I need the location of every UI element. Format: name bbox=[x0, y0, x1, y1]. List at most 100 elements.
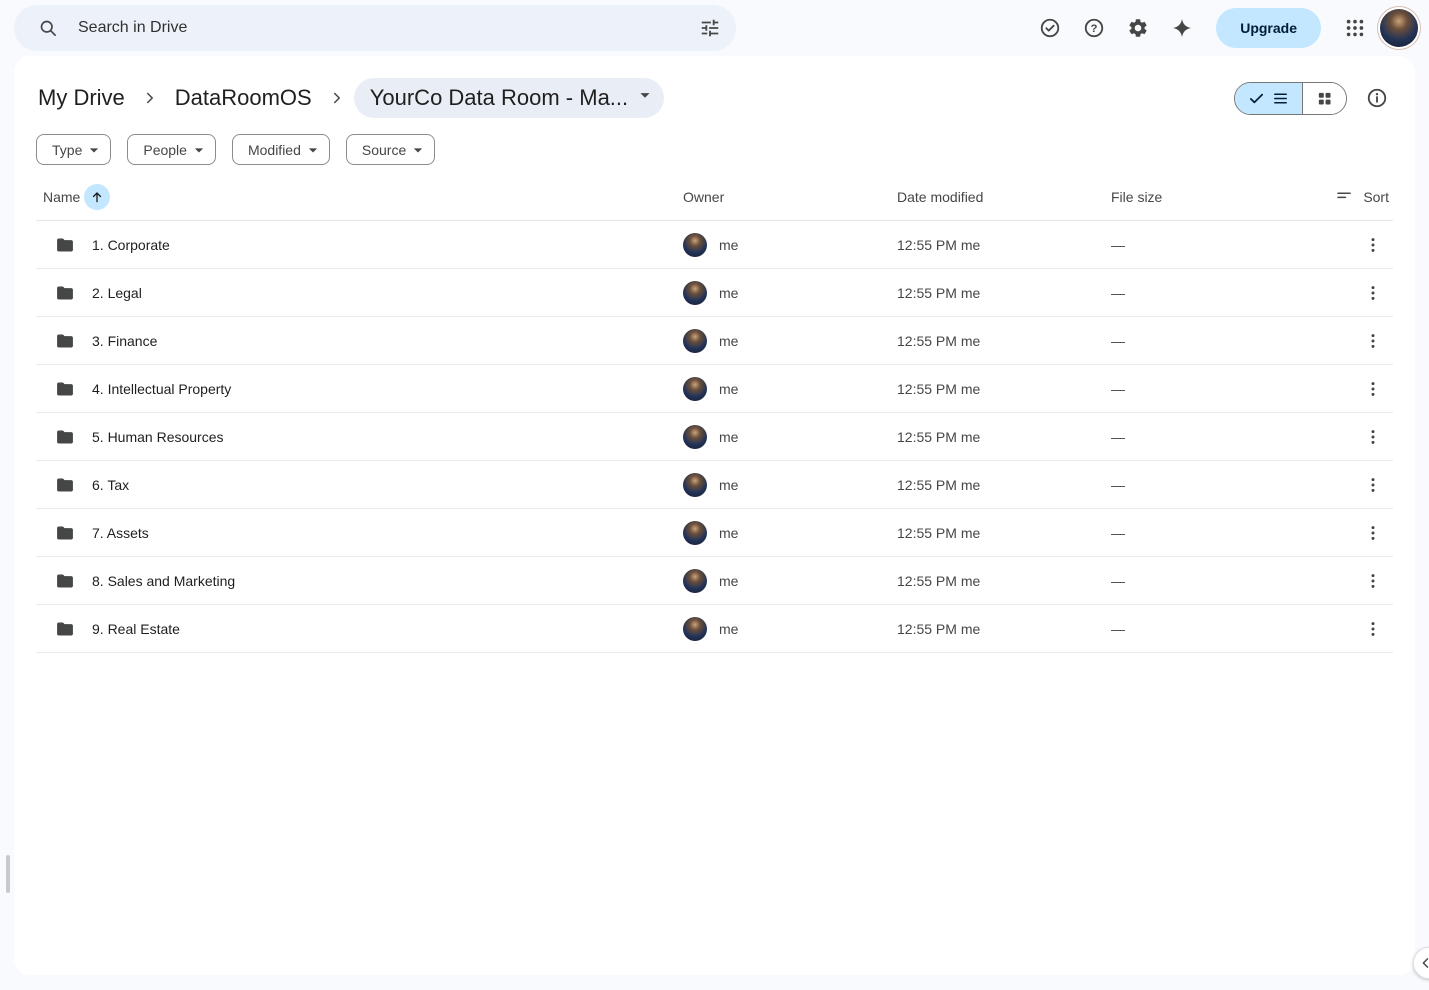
sort-menu-button[interactable]: Sort bbox=[1329, 187, 1393, 207]
chevron-left-icon bbox=[1422, 958, 1429, 968]
drive-content-panel: My Drive DataRoomOS YourCo Data Room - M… bbox=[14, 56, 1415, 975]
filter-chip-people[interactable]: People bbox=[127, 134, 216, 165]
view-controls bbox=[1234, 78, 1397, 118]
grid-view-toggle[interactable] bbox=[1302, 82, 1346, 114]
file-size: — bbox=[1111, 524, 1125, 541]
sort-label: Sort bbox=[1363, 188, 1389, 205]
file-list: Name Owner Date modified File size Sort … bbox=[36, 173, 1393, 653]
topbar-actions: ? Upgrade bbox=[1030, 8, 1419, 48]
column-header-name[interactable]: Name bbox=[43, 183, 683, 210]
dropdown-caret-icon bbox=[308, 147, 318, 152]
gemini-sparkle-icon[interactable] bbox=[1162, 8, 1202, 48]
file-name-cell: 1. Corporate bbox=[55, 235, 683, 255]
file-row[interactable]: 5. Human Resources me 12:55 PM me — bbox=[36, 413, 1393, 461]
file-row[interactable]: 1. Corporate me 12:55 PM me — bbox=[36, 221, 1393, 269]
filter-chip-label: Modified bbox=[247, 141, 301, 158]
offline-status-icon[interactable] bbox=[1030, 8, 1070, 48]
owner-avatar bbox=[683, 424, 707, 449]
row-menu-icon[interactable] bbox=[1357, 517, 1389, 549]
file-name-cell: 7. Assets bbox=[55, 523, 683, 543]
side-panel-expand-button[interactable] bbox=[1413, 947, 1429, 979]
file-row[interactable]: 4. Intellectual Property me 12:55 PM me … bbox=[36, 365, 1393, 413]
filter-chip-source[interactable]: Source bbox=[345, 134, 436, 165]
file-rows: 1. Corporate me 12:55 PM me — 2. Legal m… bbox=[36, 221, 1393, 653]
list-view-toggle[interactable] bbox=[1235, 82, 1302, 114]
file-size: — bbox=[1111, 284, 1125, 301]
owner-name: me bbox=[719, 428, 739, 445]
info-icon[interactable] bbox=[1357, 78, 1397, 118]
owner-cell: me bbox=[683, 472, 897, 497]
date-modified: 12:55 PM me bbox=[897, 332, 981, 349]
search-bar[interactable] bbox=[14, 5, 736, 51]
column-header-size[interactable]: File size bbox=[1111, 189, 1329, 205]
filter-chip-modified[interactable]: Modified bbox=[231, 134, 330, 165]
folder-icon bbox=[57, 334, 73, 347]
breadcrumb-my-drive[interactable]: My Drive bbox=[30, 80, 133, 116]
owner-name: me bbox=[719, 236, 739, 253]
file-size: — bbox=[1111, 428, 1125, 445]
scrollbar-thumb[interactable] bbox=[6, 855, 10, 893]
search-options-icon[interactable] bbox=[690, 8, 730, 48]
file-row[interactable]: 9. Real Estate me 12:55 PM me — bbox=[36, 605, 1393, 653]
file-name: 4. Intellectual Property bbox=[92, 380, 232, 397]
row-menu-icon[interactable] bbox=[1357, 421, 1389, 453]
file-name: 1. Corporate bbox=[92, 236, 170, 253]
list-view-icon bbox=[1274, 92, 1287, 104]
settings-icon[interactable] bbox=[1118, 8, 1158, 48]
file-size: — bbox=[1111, 572, 1125, 589]
search-icon[interactable] bbox=[28, 8, 68, 48]
column-header-modified[interactable]: Date modified bbox=[897, 189, 1111, 205]
folder-icon bbox=[57, 286, 73, 299]
row-menu-icon[interactable] bbox=[1357, 565, 1389, 597]
file-name: 5. Human Resources bbox=[92, 428, 224, 445]
file-row[interactable]: 2. Legal me 12:55 PM me — bbox=[36, 269, 1393, 317]
dropdown-caret-icon bbox=[414, 147, 423, 152]
row-menu-icon[interactable] bbox=[1357, 613, 1389, 645]
owner-cell: me bbox=[683, 232, 897, 257]
column-header-owner[interactable]: Owner bbox=[683, 189, 897, 205]
file-name: 6. Tax bbox=[92, 476, 130, 493]
folder-icon bbox=[57, 382, 73, 395]
file-name: 3. Finance bbox=[92, 332, 158, 349]
file-name-cell: 4. Intellectual Property bbox=[55, 379, 683, 399]
name-header-label: Name bbox=[43, 188, 81, 205]
owner-cell: me bbox=[683, 520, 897, 545]
apps-grid-icon[interactable] bbox=[1335, 8, 1375, 48]
row-menu-icon[interactable] bbox=[1357, 277, 1389, 309]
file-row[interactable]: 3. Finance me 12:55 PM me — bbox=[36, 317, 1393, 365]
owner-avatar bbox=[683, 472, 707, 497]
owner-name: me bbox=[719, 572, 739, 589]
row-menu-icon[interactable] bbox=[1357, 373, 1389, 405]
file-row[interactable]: 6. Tax me 12:55 PM me — bbox=[36, 461, 1393, 509]
owner-avatar bbox=[683, 280, 707, 305]
search-input[interactable] bbox=[76, 18, 682, 38]
owner-name: me bbox=[719, 332, 739, 349]
breadcrumb-current-folder[interactable]: YourCo Data Room - Ma... bbox=[353, 78, 665, 118]
account-avatar[interactable] bbox=[1379, 8, 1419, 48]
row-menu-icon[interactable] bbox=[1357, 229, 1389, 261]
chevron-right-icon bbox=[328, 89, 346, 107]
help-icon[interactable]: ? bbox=[1074, 8, 1114, 48]
upgrade-button[interactable]: Upgrade bbox=[1216, 8, 1321, 48]
date-modified: 12:55 PM me bbox=[897, 572, 981, 589]
svg-text:?: ? bbox=[1091, 23, 1098, 35]
filter-chip-type[interactable]: Type bbox=[36, 134, 112, 165]
check-icon bbox=[1249, 93, 1264, 103]
breadcrumb-current-label: YourCo Data Room - Ma... bbox=[369, 85, 629, 110]
owner-cell: me bbox=[683, 568, 897, 593]
file-name-cell: 5. Human Resources bbox=[55, 427, 683, 447]
owner-cell: me bbox=[683, 616, 897, 641]
file-name-cell: 8. Sales and Marketing bbox=[55, 571, 683, 591]
owner-avatar bbox=[683, 232, 707, 257]
file-row[interactable]: 7. Assets me 12:55 PM me — bbox=[36, 509, 1393, 557]
folder-icon bbox=[57, 478, 73, 491]
file-row[interactable]: 8. Sales and Marketing me 12:55 PM me — bbox=[36, 557, 1393, 605]
chevron-right-icon bbox=[141, 89, 159, 107]
file-name-cell: 3. Finance bbox=[55, 331, 683, 351]
row-menu-icon[interactable] bbox=[1357, 325, 1389, 357]
sort-ascending-icon[interactable] bbox=[84, 183, 111, 210]
date-modified: 12:55 PM me bbox=[897, 284, 981, 301]
list-header: Name Owner Date modified File size Sort bbox=[36, 173, 1393, 221]
breadcrumb-dataroomos[interactable]: DataRoomOS bbox=[167, 80, 320, 116]
row-menu-icon[interactable] bbox=[1357, 469, 1389, 501]
